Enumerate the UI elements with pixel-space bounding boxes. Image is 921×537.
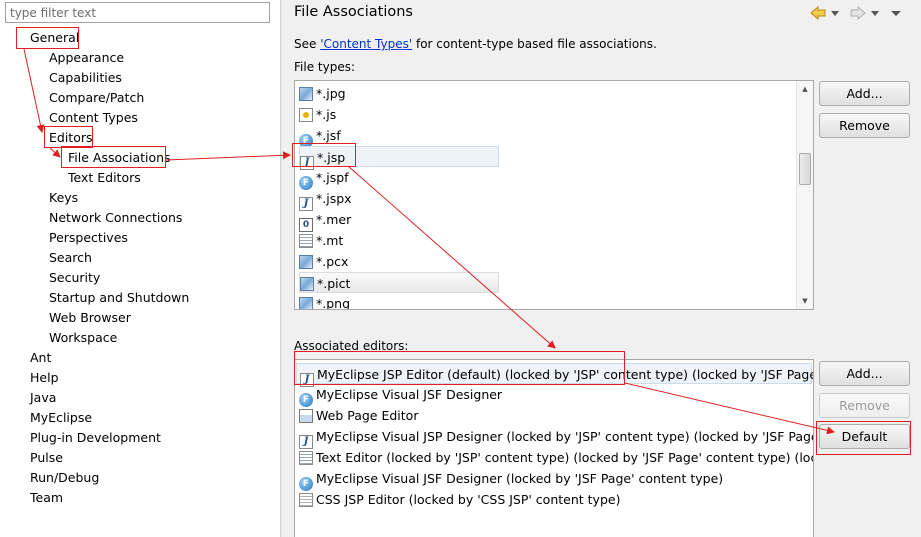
list-item[interactable]: *.jpg <box>299 83 346 104</box>
tree-item-plugin-development[interactable]: Plug-in Development <box>30 428 161 448</box>
annotation-box-editors <box>44 126 93 148</box>
tree-item-workspace[interactable]: Workspace <box>49 328 117 348</box>
annotation-box-file-associations <box>61 146 166 168</box>
file-types-scrollbar[interactable]: ▲ ▼ <box>796 81 813 309</box>
tree-item-myeclipse[interactable]: MyEclipse <box>30 408 92 428</box>
forward-menu-chevron-down-icon[interactable] <box>870 6 880 22</box>
list-item[interactable]: *.png <box>299 293 350 309</box>
preferences-tree-pane: General Appearance Capabilities Compare/… <box>0 0 280 537</box>
list-item[interactable]: *.js <box>299 104 336 125</box>
tree-item-appearance[interactable]: Appearance <box>49 48 124 68</box>
tree-item-ant[interactable]: Ant <box>30 348 51 368</box>
hint-prefix: See <box>294 37 321 51</box>
annotation-box-default <box>816 421 911 455</box>
tree-item-java[interactable]: Java <box>30 388 56 408</box>
tree-item-run-debug[interactable]: Run/Debug <box>30 468 99 488</box>
list-item[interactable]: CSS JSP Editor (locked by 'CSS JSP' cont… <box>299 489 620 510</box>
tree-item-help[interactable]: Help <box>30 368 59 388</box>
list-item[interactable]: *.pcx <box>299 251 348 272</box>
css-file-icon <box>299 493 313 507</box>
tree-item-security[interactable]: Security <box>49 268 100 288</box>
tree-item-perspectives[interactable]: Perspectives <box>49 228 128 248</box>
back-menu-chevron-down-icon[interactable] <box>830 6 840 22</box>
text-file-icon <box>299 451 313 465</box>
image-icon <box>299 297 313 309</box>
file-associations-page: File Associations See 'Content Types' fo… <box>282 0 921 537</box>
image-icon <box>299 255 313 269</box>
file-types-list[interactable]: *.jpg *.js F *.jsf J *.jsp F *.jspf J *.jspx… <box>294 80 814 310</box>
tree-item-content-types[interactable]: Content Types <box>49 108 138 128</box>
hint-suffix: for content-type based file associations… <box>412 37 657 51</box>
tree-item-capabilities[interactable]: Capabilities <box>49 68 122 88</box>
list-item[interactable]: F MyEclipse Visual JSF Designer (locked b… <box>299 468 723 491</box>
annotation-box-jsp-editor <box>294 351 625 385</box>
list-item[interactable]: Web Page Editor <box>299 405 418 426</box>
annotation-box-jsp <box>292 143 356 167</box>
tree-item-team[interactable]: Team <box>30 488 63 508</box>
page-title: File Associations <box>294 4 413 20</box>
list-item[interactable]: F *.jspf <box>299 167 349 190</box>
list-item-hover[interactable]: *.pict <box>299 272 499 293</box>
content-types-link[interactable]: 'Content Types' <box>320 37 412 51</box>
list-item[interactable]: J MyEclipse Visual JSP Designer (locked b… <box>299 426 813 449</box>
list-item[interactable]: 0 *.mer <box>299 209 351 232</box>
tree-item-text-editors[interactable]: Text Editors <box>68 168 141 188</box>
annotation-box-general <box>16 27 79 49</box>
list-item[interactable]: Text Editor (locked by 'JSP' content typ… <box>299 447 813 468</box>
associated-editors-list[interactable]: J MyEclipse JSP Editor (default) (locked … <box>294 359 814 537</box>
tree-item-startup-shutdown[interactable]: Startup and Shutdown <box>49 288 189 308</box>
content-types-hint: See 'Content Types' for content-type bas… <box>294 37 657 51</box>
list-item[interactable]: F MyEclipse Visual JSF Designer <box>299 384 502 407</box>
back-icon[interactable] <box>810 5 826 22</box>
tree-item-web-browser[interactable]: Web Browser <box>49 308 131 328</box>
remove-editor-button[interactable]: Remove <box>819 393 910 418</box>
file-types-label: File types: <box>294 60 355 74</box>
image-icon <box>299 87 313 101</box>
text-file-icon <box>299 234 313 248</box>
list-item[interactable]: J *.jspx <box>299 188 352 211</box>
scroll-down-icon[interactable]: ▼ <box>800 296 810 306</box>
tree-item-network-connections[interactable]: Network Connections <box>49 208 182 228</box>
list-item[interactable]: *.mt <box>299 230 343 251</box>
javascript-file-icon <box>299 108 313 122</box>
add-editor-button[interactable]: Add... <box>819 361 910 386</box>
filter-input[interactable] <box>5 2 270 23</box>
remove-file-type-button[interactable]: Remove <box>819 113 910 138</box>
image-icon <box>300 277 314 291</box>
add-file-type-button[interactable]: Add... <box>819 81 910 106</box>
forward-icon[interactable] <box>850 5 866 22</box>
tree-item-keys[interactable]: Keys <box>49 188 78 208</box>
tree-item-search[interactable]: Search <box>49 248 92 268</box>
web-page-icon <box>299 409 313 423</box>
tree-item-pulse[interactable]: Pulse <box>30 448 63 468</box>
scroll-up-icon[interactable]: ▲ <box>800 84 810 94</box>
scrollbar-thumb[interactable] <box>799 153 811 185</box>
view-menu-chevron-down-icon[interactable] <box>890 6 902 22</box>
tree-item-compare-patch[interactable]: Compare/Patch <box>49 88 144 108</box>
